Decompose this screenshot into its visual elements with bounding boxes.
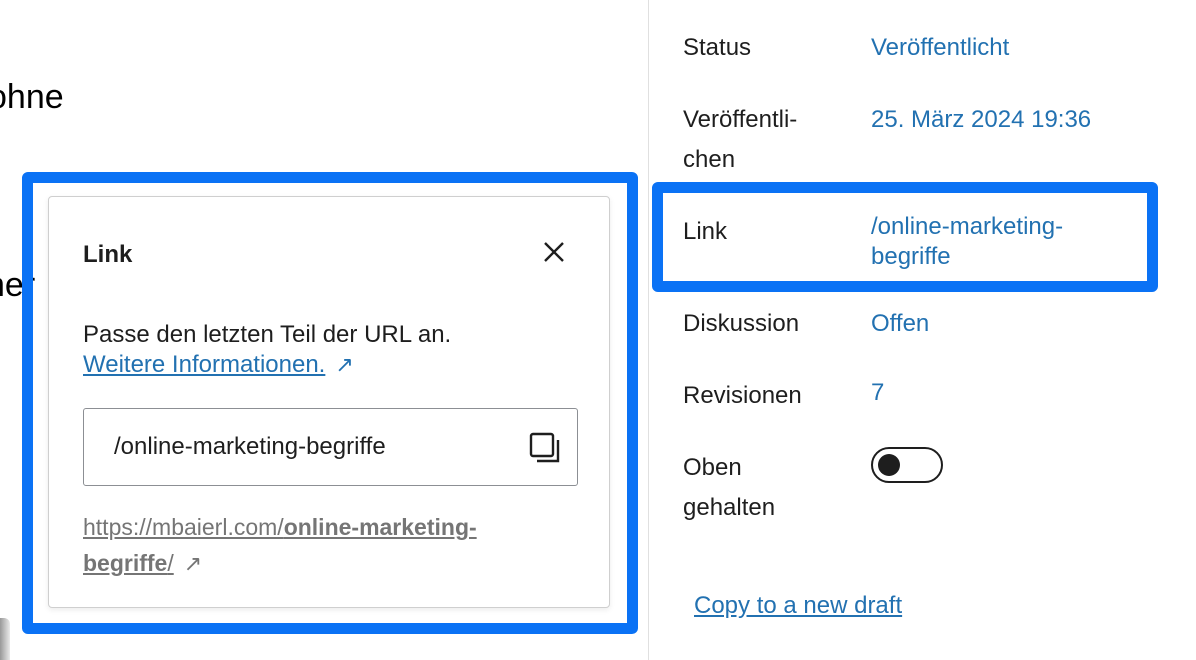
link-row-highlight-frame <box>652 182 1158 292</box>
popover-highlight-frame <box>22 172 638 634</box>
publish-date-button[interactable]: 25. März 2024 19:36 <box>871 105 1091 135</box>
discussion-value-button[interactable]: Offen <box>871 309 929 339</box>
publish-label-line1: Veröffentli- <box>683 106 798 133</box>
sidebar-divider <box>648 0 649 660</box>
editor-text-fragment: ohne <box>0 78 64 116</box>
copy-to-draft-link[interactable]: Copy to a new draft <box>694 592 902 620</box>
status-label: Status <box>683 34 752 61</box>
discussion-label: Diskussion <box>683 310 800 337</box>
toggle-knob <box>878 454 900 476</box>
revisions-label: Revisionen <box>683 382 802 409</box>
sticky-label-line1: Oben <box>683 454 742 481</box>
publish-label-line2: chen <box>683 146 736 173</box>
window-corner <box>0 618 10 660</box>
status-value-button[interactable]: Veröffentlicht <box>871 33 1009 63</box>
revisions-value-button[interactable]: 7 <box>871 378 884 408</box>
sticky-label-line2: gehalten <box>683 494 776 521</box>
sticky-toggle[interactable] <box>871 447 943 483</box>
